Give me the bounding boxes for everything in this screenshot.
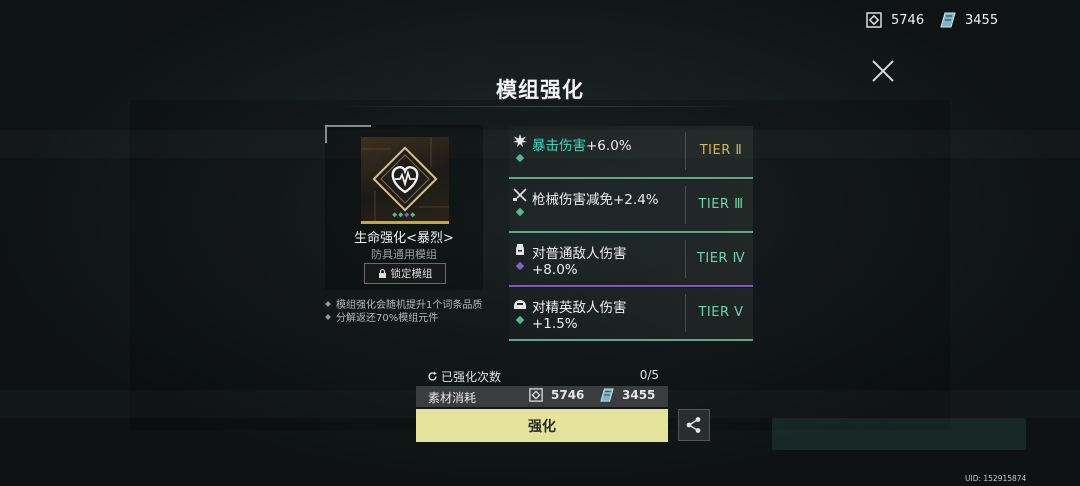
attribute-value: 枪械伤害减免+2.4% xyxy=(532,192,659,208)
quality-gem xyxy=(515,153,525,163)
bullet-icon xyxy=(325,313,331,320)
quality-gem xyxy=(515,207,525,217)
attribute-tier: TIER Ⅴ xyxy=(698,305,744,320)
refresh-icon xyxy=(428,371,437,381)
quality-bar xyxy=(509,177,753,179)
share-button[interactable] xyxy=(678,409,710,441)
module-subtitle: 防具通用模组 xyxy=(371,248,437,261)
chip-icon xyxy=(600,388,614,402)
title-divider xyxy=(330,106,750,107)
divider xyxy=(685,132,686,170)
attribute-tier: TIER Ⅳ xyxy=(696,251,746,266)
quality-gem xyxy=(515,261,525,271)
enhance-count-row: 已强化次数 0/5 xyxy=(427,368,659,384)
attribute-row[interactable]: 对精英敌人伤害+1.5% TIER Ⅴ xyxy=(509,288,753,341)
attribute-highlight: 暴击伤害 xyxy=(532,138,586,154)
page-title: 模组强化 xyxy=(496,78,584,102)
module-parts-icon xyxy=(529,388,543,402)
note-item: 分解返还70%模组元件 xyxy=(325,309,438,324)
divider xyxy=(685,186,686,224)
quality-bar xyxy=(509,339,753,341)
attribute-value: 对普通敌人伤害+8.0% xyxy=(532,246,627,278)
currency-chips: 3455 xyxy=(940,12,998,28)
lock-icon xyxy=(378,269,386,278)
cost-chips: 3455 xyxy=(622,388,656,402)
material-cost-row: 素材消耗 5746 3455 xyxy=(416,386,668,407)
share-icon xyxy=(686,417,701,433)
lock-module-button[interactable]: 锁定模组 xyxy=(364,263,446,284)
cost-module-parts: 5746 xyxy=(551,388,585,402)
crossed-guns-icon xyxy=(513,188,527,202)
currency-module-parts-value: 5746 xyxy=(891,12,925,28)
divider xyxy=(685,294,686,332)
attribute-row[interactable]: 对普通敌人伤害+8.0% TIER Ⅳ xyxy=(509,234,753,287)
heart-pulse-icon xyxy=(361,137,449,221)
enhance-button[interactable]: 强化 xyxy=(416,409,668,442)
material-cost-label: 素材消耗 xyxy=(428,391,477,405)
user-id: UID: 152915874 xyxy=(965,474,1027,483)
attribute-row[interactable]: 枪械伤害减免+2.4% TIER Ⅲ xyxy=(509,180,753,233)
attribute-row[interactable]: 暴击伤害+6.0% TIER Ⅱ xyxy=(509,126,753,179)
enhance-count-value: 0/5 xyxy=(639,368,659,382)
currency-chips-value: 3455 xyxy=(965,12,999,28)
chip-icon xyxy=(940,12,956,28)
attribute-tier: TIER Ⅱ xyxy=(699,143,743,158)
attribute-value: +6.0% xyxy=(586,138,632,154)
elite-helmet-icon xyxy=(514,300,526,309)
quality-bar xyxy=(509,231,753,233)
currency-module-parts: 5746 xyxy=(866,12,924,28)
attribute-tier: TIER Ⅲ xyxy=(698,197,744,212)
quality-bar xyxy=(509,285,753,287)
module-image xyxy=(361,137,449,224)
burst-icon xyxy=(513,134,527,147)
grunt-icon xyxy=(516,244,524,255)
enhance-count-label: 已强化次数 xyxy=(441,370,502,384)
attribute-value: 对精英敌人伤害+1.5% xyxy=(532,300,627,332)
bullet-icon xyxy=(325,300,331,307)
quality-gem xyxy=(515,315,525,325)
module-name: 生命强化<暴烈> xyxy=(354,231,454,246)
divider xyxy=(685,240,686,278)
lock-module-label: 锁定模组 xyxy=(390,268,433,280)
blurred-button xyxy=(772,418,1026,450)
module-parts-icon xyxy=(866,12,882,28)
